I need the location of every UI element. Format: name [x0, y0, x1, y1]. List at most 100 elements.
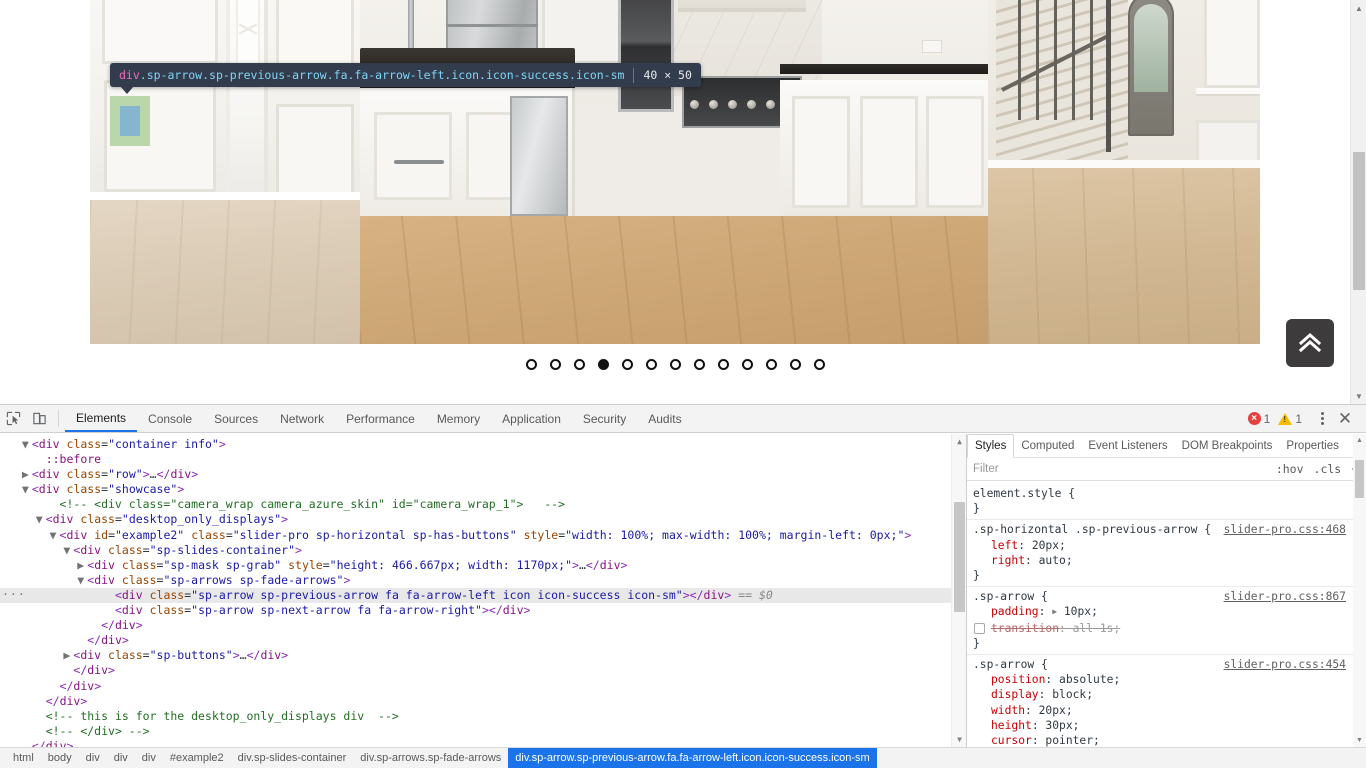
slider-bullet-3[interactable]	[573, 358, 585, 370]
styles-tab-computed[interactable]: Computed	[1014, 434, 1081, 457]
declaration-checkbox[interactable]	[974, 622, 985, 634]
dom-breadcrumb[interactable]: html body div div div #example2 div.sp-slides-…	[0, 747, 1366, 768]
dom-tree-line[interactable]: <!-- </div> -->	[0, 724, 966, 739]
scrollbar-down-arrow-icon[interactable]: ▼	[1351, 388, 1366, 404]
dom-tree-pane[interactable]: ▼ <div class="container info"> ::before ▶…	[0, 434, 966, 747]
slider-bullet-13[interactable]	[813, 358, 825, 370]
page-scrollbar-thumb[interactable]	[1353, 152, 1365, 290]
style-declaration[interactable]: padding: ▶ 10px;	[973, 604, 1366, 620]
slide-image-1[interactable]	[90, 0, 360, 344]
breadcrumb-item[interactable]: div.sp-slides-container	[231, 748, 354, 768]
devtools-tab-application[interactable]: Application	[491, 405, 572, 432]
slider-bullet-10[interactable]	[741, 358, 753, 370]
dom-tree-line[interactable]: ▶ <div class="sp-buttons">…</div>	[0, 648, 966, 663]
style-rule[interactable]: element.style {}	[967, 484, 1366, 521]
dom-tree-line[interactable]: <div class="sp-arrow sp-next-arrow fa fa…	[0, 603, 966, 618]
dom-tree-line[interactable]: </div>	[0, 694, 966, 709]
dom-tree-line[interactable]: ▼ <div id="example2" class="slider-pro sp…	[0, 528, 966, 543]
cls-toggle-button[interactable]: .cls	[1314, 462, 1342, 476]
breadcrumb-item[interactable]: body	[41, 748, 79, 768]
dom-tree-line[interactable]: </div>	[0, 633, 966, 648]
breadcrumb-item[interactable]: div	[135, 748, 163, 768]
style-declaration[interactable]: position: absolute;	[973, 672, 1366, 687]
dom-tree-line[interactable]: </div>	[0, 739, 966, 747]
style-rule[interactable]: .sp-horizontal .sp-previous-arrow {slide…	[967, 520, 1366, 588]
devtools-tab-console[interactable]: Console	[137, 405, 203, 432]
style-rule-origin-link[interactable]: slider-pro.css:468	[1224, 522, 1346, 537]
styles-tab-properties[interactable]: Properties	[1279, 434, 1345, 457]
slide-image-3[interactable]	[988, 0, 1260, 344]
dom-tree-line[interactable]: </div>	[0, 679, 966, 694]
breadcrumb-item[interactable]: div	[79, 748, 107, 768]
slider-bullet-7[interactable]	[669, 358, 681, 370]
style-declaration[interactable]: height: 30px;	[973, 718, 1366, 733]
scrollbar-up-arrow-icon[interactable]: ▲	[1351, 0, 1366, 16]
styles-scrollbar-thumb[interactable]	[1355, 460, 1364, 498]
kebab-menu-icon[interactable]	[1312, 412, 1332, 425]
breadcrumb-item[interactable]: html	[6, 748, 41, 768]
dom-tree-line[interactable]: ··· <div class="sp-arrow sp-previous-arr…	[0, 587, 966, 604]
dom-scrollbar-thumb[interactable]	[954, 502, 965, 612]
inspect-element-icon[interactable]	[0, 405, 26, 432]
slider-bullet-6[interactable]	[645, 358, 657, 370]
dom-tree-line[interactable]: ▶ <div class="row">…</div>	[0, 467, 966, 482]
slider-bullets[interactable]	[0, 352, 1350, 376]
style-rule-origin-link[interactable]: slider-pro.css:867	[1224, 589, 1346, 604]
style-declaration[interactable]: cursor: pointer;	[973, 733, 1366, 747]
dom-tree-line[interactable]: ▼ <div class="sp-arrows sp-fade-arrows">	[0, 573, 966, 588]
devtools-tab-sources[interactable]: Sources	[203, 405, 269, 432]
styles-tab-styles[interactable]: Styles	[967, 434, 1015, 458]
dom-tree-line[interactable]: ▶ <div class="sp-mask sp-grab" style="hei…	[0, 558, 966, 573]
devtools-tab-memory[interactable]: Memory	[426, 405, 491, 432]
page-scrollbar[interactable]: ▲ ▼	[1350, 0, 1366, 404]
styles-tab-event-listeners[interactable]: Event Listeners	[1081, 434, 1174, 457]
styles-filter-input[interactable]: Filter	[973, 463, 1266, 475]
styles-tab-dom-breakpoints[interactable]: DOM Breakpoints	[1175, 434, 1280, 457]
devtools-tab-network[interactable]: Network	[269, 405, 335, 432]
dom-tree-line[interactable]: </div>	[0, 663, 966, 678]
styles-scroll-down-icon[interactable]: ▼	[1353, 734, 1366, 747]
styles-scrollbar[interactable]: ▲ ▼	[1353, 434, 1366, 747]
slider-bullet-11[interactable]	[765, 358, 777, 370]
slider-bullet-12[interactable]	[789, 358, 801, 370]
dom-tree-scrollbar[interactable]: ▲ ▼	[951, 434, 966, 747]
style-rule-origin-link[interactable]: slider-pro.css:454	[1224, 657, 1346, 672]
image-slider[interactable]	[90, 0, 1260, 344]
style-rule-selector[interactable]: element.style {	[973, 486, 1366, 501]
style-declaration[interactable]: right: auto;	[973, 553, 1366, 568]
style-declaration[interactable]: transition: all 1s;	[973, 621, 1366, 636]
slider-bullet-8[interactable]	[693, 358, 705, 370]
device-toolbar-icon[interactable]	[26, 405, 52, 432]
slider-bullet-5[interactable]	[621, 358, 633, 370]
breadcrumb-item[interactable]: #example2	[163, 748, 231, 768]
dom-tree-line[interactable]: ▼ <div class="desktop_only_displays">	[0, 512, 966, 527]
dom-scroll-up-icon[interactable]: ▲	[952, 434, 966, 449]
dom-tree-line[interactable]: </div>	[0, 618, 966, 633]
dom-tree-line[interactable]: ▼ <div class="showcase">	[0, 482, 966, 497]
breadcrumb-item[interactable]: div	[107, 748, 135, 768]
devtools-tab-security[interactable]: Security	[572, 405, 637, 432]
styles-tab-bar[interactable]: Styles Computed Event Listeners DOM Breakpo…	[967, 434, 1366, 458]
dom-tree-line[interactable]: <!-- <div class="camera_wrap camera_azur…	[0, 497, 966, 512]
slider-bullet-4[interactable]	[597, 358, 609, 370]
devtools-tab-performance[interactable]: Performance	[335, 405, 426, 432]
styles-filter-bar[interactable]: Filter :hov .cls +	[967, 458, 1366, 481]
dom-tree-line[interactable]: <!-- this is for the desktop_only_displa…	[0, 709, 966, 724]
slider-bullet-1[interactable]	[525, 358, 537, 370]
style-declaration[interactable]: display: block;	[973, 687, 1366, 702]
warning-count-badge[interactable]: 1	[1274, 412, 1306, 426]
styles-scroll-up-icon[interactable]: ▲	[1353, 434, 1366, 447]
style-declaration[interactable]: width: 20px;	[973, 703, 1366, 718]
breadcrumb-item[interactable]: div.sp-arrow.sp-previous-arrow.fa.fa-arr…	[508, 748, 877, 768]
styles-rule-list[interactable]: element.style {} .sp-horizontal .sp-previ…	[967, 481, 1366, 747]
dom-tree-line[interactable]: ▼ <div class="container info">	[0, 437, 966, 452]
devtools-tab-audits[interactable]: Audits	[637, 405, 692, 432]
hov-toggle-button[interactable]: :hov	[1276, 462, 1304, 476]
scroll-to-top-button[interactable]	[1286, 319, 1334, 367]
slide-image-2[interactable]	[360, 0, 988, 344]
devtools-tab-bar[interactable]: Elements Console Sources Network Performance…	[65, 405, 693, 432]
close-icon[interactable]: ✕	[1332, 409, 1358, 429]
dom-tree-line[interactable]: ::before	[0, 452, 966, 467]
slider-bullet-9[interactable]	[717, 358, 729, 370]
error-count-badge[interactable]: × 1	[1244, 412, 1275, 426]
